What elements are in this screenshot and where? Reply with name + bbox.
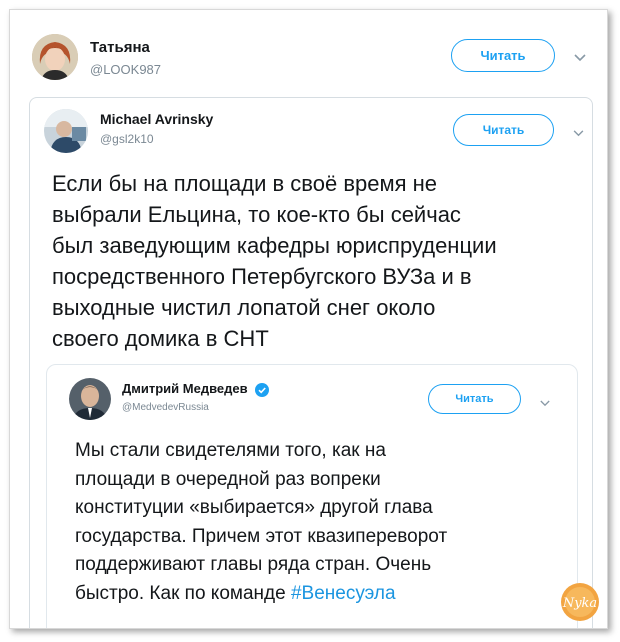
hashtag-link[interactable]: #Венесуэла <box>291 583 396 604</box>
text-line: поддерживают главы ряда стран. Очень <box>75 554 432 575</box>
quoted-tweet-avrinsky[interactable]: Michael Avrinsky @gsl2k10 Читать Если бы… <box>29 97 593 628</box>
follow-button[interactable]: Читать <box>451 39 555 72</box>
text-segment: быстро. Как по команде <box>75 582 291 604</box>
text-line: выбрали Ельцина, то кое-кто бы сейчас <box>52 202 461 227</box>
logo-icon: Nyka <box>561 583 599 621</box>
avatar-tatiana-image <box>32 34 78 80</box>
text-line: Если бы на площади в своё время не <box>52 171 438 196</box>
author-handle[interactable]: @LOOK987 <box>90 62 161 77</box>
chevron-down-icon[interactable] <box>540 395 550 409</box>
avatar-avrinsky[interactable] <box>44 109 88 153</box>
text-line: государства. Причем этот квазипереворот <box>75 525 448 547</box>
text-line: площади в очередной раз вопреки <box>75 468 381 490</box>
chevron-down-icon[interactable] <box>573 125 584 139</box>
quoted-author-name[interactable]: Michael Avrinsky <box>100 111 213 127</box>
chevron-down-icon[interactable] <box>574 50 586 64</box>
author-name[interactable]: Татьяна <box>90 39 150 56</box>
svg-text:Nyka: Nyka <box>562 596 597 611</box>
text-line: конституции «выбирается» другой глава <box>75 497 433 518</box>
text-line: своего домика в СНТ <box>52 326 269 351</box>
quoted-tweet-text: Если бы на площади в своё время не выбра… <box>52 168 582 354</box>
quoted-tweet-medvedev[interactable]: Дмитрий Медведев @MedvedevRussia Читать … <box>46 364 578 628</box>
quoted-author-handle-medvedev[interactable]: @MedvedevRussia <box>122 402 209 413</box>
medvedev-name: Дмитрий Медведев <box>122 381 248 396</box>
tweet-screenshot: Татьяна @LOOK987 Читать Michael Avrinsky… <box>9 9 608 629</box>
watermark-logo: Nyka <box>560 582 600 622</box>
avatar-avrinsky-image <box>44 109 88 153</box>
avatar-medvedev[interactable] <box>69 378 111 420</box>
text-line: посредственного Петербугского ВУЗа и в <box>52 264 472 289</box>
avatar-medvedev-image <box>69 378 111 420</box>
verified-icon <box>255 382 270 397</box>
quoted-author-name-medvedev[interactable]: Дмитрий Медведев <box>122 381 270 397</box>
avatar-tatiana[interactable] <box>32 34 78 80</box>
text-line: Мы стали свидетелями того, как на <box>75 440 386 461</box>
text-line: выходные чистил лопатой снег около <box>52 295 436 320</box>
text-line: был заведующим кафедры юриспруденции <box>52 233 497 258</box>
medvedev-tweet-text: Мы стали свидетелями того, как на площад… <box>75 437 570 608</box>
quoted-author-handle[interactable]: @gsl2k10 <box>100 132 154 146</box>
text-line-last: быстро. Как по команде #Венесуэла <box>75 580 570 609</box>
quoted-follow-button-medvedev[interactable]: Читать <box>428 384 521 414</box>
quoted-follow-button[interactable]: Читать <box>453 114 554 146</box>
